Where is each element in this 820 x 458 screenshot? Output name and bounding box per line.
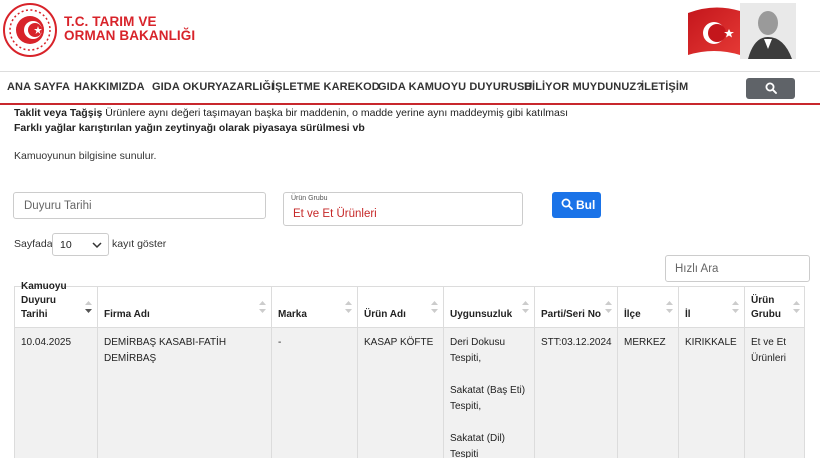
cell-text: KIRIKKALE xyxy=(685,337,737,348)
cell-batch: STT:03.12.2024 xyxy=(535,328,618,458)
product-group-select[interactable]: Ürün Grubu Et ve Et Ürünleri xyxy=(283,192,523,226)
ministry-name-line2: ORMAN BAKANLIĞI xyxy=(64,28,196,43)
product-group-label: Ürün Grubu xyxy=(291,195,328,202)
cell-product: KASAP KÖFTE xyxy=(358,328,444,458)
column-header-district[interactable]: İlçe xyxy=(618,287,679,329)
issue-line: Tespiti, xyxy=(450,401,482,412)
ministry-name[interactable]: T.C. TARIM VE ORMAN BAKANLIĞI xyxy=(64,15,195,43)
header-label: Kamuoyu Duyuru Tarihi xyxy=(21,281,67,320)
sort-icon xyxy=(605,301,612,313)
header-label: Ürün Grubu xyxy=(751,295,781,320)
sort-icon xyxy=(793,301,800,313)
cell-text: Et ve Et Ürünleri xyxy=(751,335,786,367)
issue-line: Tespiti, xyxy=(450,353,482,364)
intro-example: Farklı yağlar karıştırılan yağın zeytiny… xyxy=(14,122,365,134)
ministry-name-line1: T.C. TARIM VE xyxy=(64,14,157,29)
sort-icon xyxy=(431,301,438,313)
header-label: İl xyxy=(685,309,691,320)
cell-text: - xyxy=(278,337,282,348)
column-header-date[interactable]: Kamuoyu Duyuru Tarihi xyxy=(15,281,98,329)
cell-text: KASAP KÖFTE xyxy=(364,337,434,348)
nav-item-contact[interactable]: İLETİŞİM xyxy=(641,81,688,93)
table-row[interactable]: 10.04.2025 DEMİRBAŞ KASABI-FATİH DEMİRBA… xyxy=(14,328,805,458)
sort-icon xyxy=(259,301,266,313)
page-length-select[interactable]: 10 xyxy=(52,233,109,256)
header-label: Uygunsuzluk xyxy=(450,309,513,320)
main-nav: ANA SAYFA HAKKIMIZDA GIDA OKURYAZARLIĞI … xyxy=(0,71,820,105)
cell-firm: DEMİRBAŞ KASABI-FATİH DEMİRBAŞ xyxy=(98,328,272,458)
intro-line2: Farklı yağlar karıştırılan yağın zeytiny… xyxy=(14,121,568,136)
nav-item-about[interactable]: HAKKIMIZDA xyxy=(74,81,145,93)
header-label: Marka xyxy=(278,309,307,320)
nav-item-food-literacy[interactable]: GIDA OKURYAZARLIĞI xyxy=(152,81,274,93)
issue-line: Tespiti xyxy=(450,449,479,458)
product-group-value: Et ve Et Ürünleri xyxy=(293,208,377,220)
site-header: T.C. TARIM VE ORMAN BAKANLIĞI xyxy=(0,0,820,70)
find-button[interactable]: Bul xyxy=(552,192,601,218)
search-icon xyxy=(561,198,573,210)
column-header-group[interactable]: Ürün Grubu xyxy=(745,287,805,329)
intro-term: Taklit veya Tağşiş xyxy=(14,107,103,119)
nav-item-public-announcement[interactable]: GIDA KAMUOYU DUYURUSU xyxy=(378,81,532,93)
group-line: Et ve Et xyxy=(751,337,787,348)
cell-text: DEMİRBAŞ KASABI-FATİH DEMİRBAŞ xyxy=(104,337,227,364)
intro-definition: Ürünlere aynı değeri taşımayan başka bir… xyxy=(102,107,569,119)
header-label: Ürün Adı xyxy=(364,309,406,320)
issue-line: Sakatat (Dil) xyxy=(450,433,506,444)
cell-nonconformity: Deri Dokusu Tespiti, Sakatat (Baş Eti) T… xyxy=(444,328,535,458)
date-placeholder: Duyuru Tarihi xyxy=(24,200,92,212)
group-line: Ürünleri xyxy=(751,353,787,364)
column-header-product[interactable]: Ürün Adı xyxy=(358,287,444,329)
cell-district: MERKEZ xyxy=(618,328,679,458)
nav-item-home[interactable]: ANA SAYFA xyxy=(7,81,70,93)
page-length-label-before: Sayfada xyxy=(14,238,53,250)
public-notice: Kamuoyunun bilgisine sunulur. xyxy=(14,150,157,162)
chevron-down-icon xyxy=(92,242,102,249)
column-header-province[interactable]: İl xyxy=(679,287,745,329)
page-length-value: 10 xyxy=(60,239,72,251)
column-header-brand[interactable]: Marka xyxy=(272,287,358,329)
header-label: İlçe xyxy=(624,309,641,320)
cell-text: MERKEZ xyxy=(624,337,666,348)
header-label: Firma Adı xyxy=(104,309,150,320)
nav-item-business-qr[interactable]: İŞLETME KAREKOD xyxy=(272,81,380,93)
issue-line: Deri Dokusu xyxy=(450,337,506,348)
intro-text: Taklit veya Tağşiş Ürünlere aynı değeri … xyxy=(14,106,568,136)
flag-ataturk-image xyxy=(688,3,796,59)
sort-icon xyxy=(732,301,739,313)
sort-desc-icon xyxy=(85,301,92,313)
quick-search-placeholder: Hızlı Ara xyxy=(675,263,719,275)
announcement-date-input[interactable]: Duyuru Tarihi xyxy=(13,192,266,219)
cell-group: Et ve Et Ürünleri xyxy=(745,328,805,458)
column-header-firm[interactable]: Firma Adı xyxy=(98,287,272,329)
table-header: Kamuoyu Duyuru Tarihi Firma Adı Marka Ür… xyxy=(14,281,805,329)
search-icon xyxy=(765,82,777,94)
header-label: Parti/Seri No xyxy=(541,309,602,320)
cell-text: 10.04.2025 xyxy=(21,337,72,348)
intro-line1: Taklit veya Tağşiş Ürünlere aynı değeri … xyxy=(14,106,568,121)
cell-brand: - xyxy=(272,328,358,458)
issue-line: Sakatat (Baş Eti) xyxy=(450,385,526,396)
cell-text: STT:03.12.2024 xyxy=(541,337,612,348)
nav-search-button[interactable] xyxy=(746,78,795,99)
sort-icon xyxy=(522,301,529,313)
find-button-label: Bul xyxy=(576,198,596,212)
cell-text: Deri Dokusu Tespiti, Sakatat (Baş Eti) T… xyxy=(450,335,525,458)
cell-province: KIRIKKALE xyxy=(679,328,745,458)
column-header-nonconformity[interactable]: Uygunsuzluk xyxy=(444,287,535,329)
sort-icon xyxy=(345,301,352,313)
column-header-batch[interactable]: Parti/Seri No xyxy=(535,287,618,329)
page-length-label-after: kayıt göster xyxy=(112,238,167,250)
quick-search-input[interactable]: Hızlı Ara xyxy=(665,255,810,282)
cell-date: 10.04.2025 xyxy=(15,328,98,458)
ministry-logo[interactable] xyxy=(3,3,57,57)
sort-icon xyxy=(666,301,673,313)
nav-item-did-you-know[interactable]: BİLİYOR MUYDUNUZ? xyxy=(524,81,643,93)
